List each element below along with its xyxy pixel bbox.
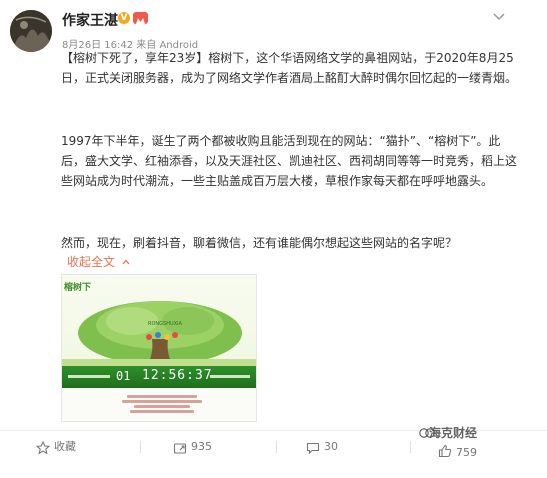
repost-count: 935 (191, 440, 212, 453)
post-image[interactable]: 榕树下 RONGSHUXIA 01 12:56:37 (61, 274, 257, 422)
chevron-up-icon[interactable] (122, 259, 130, 265)
verified-badge-icon: V (118, 12, 130, 24)
action-separator (140, 441, 141, 453)
favorite-label: 收藏 (54, 440, 76, 453)
site-name: RONGSHUXIA (148, 321, 182, 327)
post-paragraph-2: 1997年下半年，诞生了两个都被收购且能活到现在的网站：“猫扑”、“榕树下”。此… (61, 134, 518, 188)
avatar[interactable] (10, 10, 52, 52)
comment-icon (306, 442, 320, 455)
avatar-image (10, 10, 52, 52)
star-icon (36, 441, 50, 455)
site-logo: 榕树下 (64, 283, 92, 293)
weibo-post-card: 作家王湛 V 8月26日 16:42 来自 Android 【榕树下死了，享年2… (0, 0, 547, 478)
countdown-action (210, 375, 250, 378)
watermark: 海克财经 (429, 426, 478, 440)
thumbs-up-icon (438, 444, 452, 458)
post-paragraph-3: 然而，现在，刷着抖音，聊着微信，还有谁能偶尔想起这些网站的名字呢？ (61, 236, 458, 250)
member-level-icon (133, 12, 148, 24)
like-count: 759 (456, 446, 477, 459)
countdown-days: 01 (116, 369, 131, 383)
countdown-caption (68, 375, 110, 378)
post-paragraph-1: 【榕树下死了，享年23岁】榕树下，这个华语网络文学的鼻祖网站，于2020年8月2… (61, 51, 518, 85)
collapse-text-link[interactable]: 收起全文 (67, 253, 115, 270)
countdown-clock: 12:56:37 (142, 368, 213, 383)
action-separator (276, 441, 277, 453)
chevron-down-icon[interactable] (492, 12, 506, 22)
comment-count: 30 (324, 440, 338, 453)
action-separator (410, 441, 411, 453)
repost-icon (173, 443, 187, 454)
notice-text (122, 393, 202, 415)
author-name[interactable]: 作家王湛 (62, 10, 118, 30)
